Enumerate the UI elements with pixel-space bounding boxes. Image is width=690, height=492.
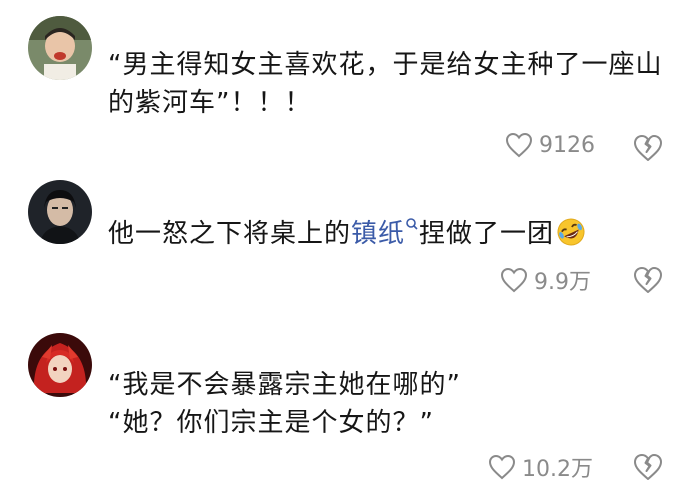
comment-text: 他一怒之下将桌上的镇纸 捏做了一团 bbox=[108, 215, 668, 253]
rolling-laugh-emoji-icon bbox=[557, 218, 585, 246]
comment-text-part: 他一怒之下将桌上的 bbox=[108, 219, 352, 249]
comment-line: “她？你们宗主是个女的？” bbox=[108, 408, 434, 438]
like-count: 10.2万 bbox=[522, 457, 593, 482]
comment-line: 的紫河车”！！！ bbox=[108, 88, 312, 118]
like-button[interactable]: 10.2万 bbox=[488, 451, 593, 483]
heart-icon bbox=[488, 454, 516, 480]
broken-heart-icon[interactable] bbox=[633, 265, 663, 295]
comment-line: “我是不会暴露宗主她在哪的” bbox=[108, 370, 461, 400]
comment-text: “我是不会暴露宗主她在哪的” “她？你们宗主是个女的？” bbox=[108, 366, 668, 442]
like-count: 9126 bbox=[539, 132, 595, 158]
heart-icon bbox=[500, 267, 528, 293]
comment-text: “男主得知女主喜欢花，于是给女主种了一座山 的紫河车”！！！ bbox=[108, 46, 668, 122]
broken-heart-icon[interactable] bbox=[633, 452, 663, 482]
like-button[interactable]: 9.9万 bbox=[500, 264, 591, 296]
avatar[interactable] bbox=[28, 16, 92, 80]
comment-line: “男主得知女主喜欢花，于是给女主种了一座山 bbox=[108, 50, 663, 80]
avatar[interactable] bbox=[28, 333, 92, 397]
like-count: 9.9万 bbox=[534, 270, 591, 295]
like-button[interactable]: 9126 bbox=[505, 132, 595, 158]
avatar[interactable] bbox=[28, 180, 92, 244]
heart-icon bbox=[505, 132, 533, 158]
broken-heart-icon[interactable] bbox=[633, 133, 663, 163]
search-icon[interactable] bbox=[405, 215, 419, 235]
keyword-link[interactable]: 镇纸 bbox=[351, 219, 405, 249]
comment-text-part: 捏做了一团 bbox=[419, 219, 555, 249]
